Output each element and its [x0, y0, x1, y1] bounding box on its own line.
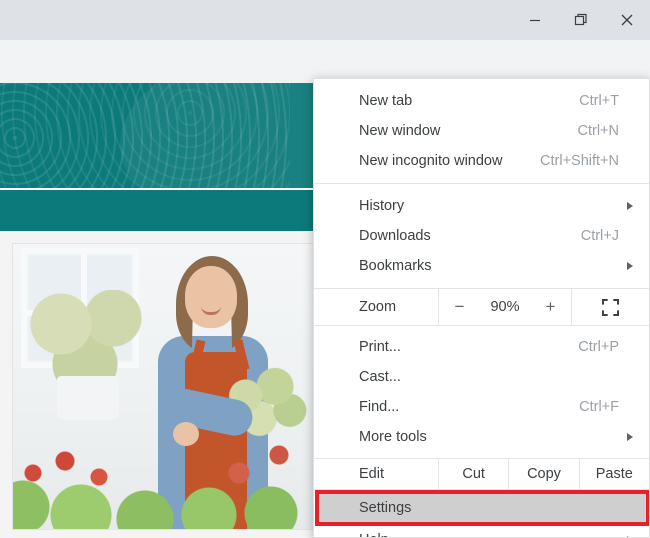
- chrome-main-menu: New tab Ctrl+T New window Ctrl+N New inc…: [313, 78, 650, 538]
- menu-item-new-window[interactable]: New window Ctrl+N: [314, 116, 649, 146]
- window-controls: [512, 0, 650, 40]
- menu-item-shortcut: Ctrl+F: [579, 399, 619, 415]
- menu-item-new-tab[interactable]: New tab Ctrl+T: [314, 86, 649, 116]
- image-flower-pot: [57, 376, 119, 420]
- omnibox-actions-pill: [345, 47, 510, 77]
- menu-item-print[interactable]: Print... Ctrl+P: [314, 332, 649, 362]
- close-icon: [621, 14, 633, 26]
- menu-item-label: Print...: [359, 339, 401, 355]
- restore-icon: [574, 13, 587, 26]
- chevron-right-icon: [627, 433, 633, 441]
- zoom-level-value: 90%: [490, 299, 520, 315]
- menu-item-label: Settings: [359, 500, 412, 516]
- image-foreground-flowers: [13, 415, 314, 529]
- menu-item-cast[interactable]: Cast...: [314, 362, 649, 392]
- zoom-controls: − 90% +: [438, 289, 571, 325]
- browser-window: G 文: [0, 0, 650, 538]
- menu-item-label: Bookmarks: [359, 258, 432, 274]
- chevron-right-icon: [627, 202, 633, 210]
- restore-button[interactable]: [558, 0, 604, 40]
- menu-item-label: Help: [359, 532, 389, 537]
- menu-zoom-row: Zoom − 90% +: [314, 288, 649, 326]
- edit-label: Edit: [359, 466, 384, 482]
- fullscreen-icon: [602, 298, 619, 316]
- menu-item-shortcut: Ctrl+P: [578, 339, 619, 355]
- zoom-label: Zoom: [359, 299, 397, 315]
- menu-item-help[interactable]: Help: [314, 524, 649, 537]
- menu-item-shortcut: Ctrl+J: [580, 228, 619, 244]
- menu-item-more-tools[interactable]: More tools: [314, 422, 649, 452]
- menu-item-label: History: [359, 198, 405, 214]
- image-person-head: [185, 266, 237, 328]
- menu-item-new-incognito-window[interactable]: New incognito window Ctrl+Shift+N: [314, 146, 649, 176]
- close-button[interactable]: [604, 0, 650, 40]
- minimize-button[interactable]: [512, 0, 558, 40]
- menu-item-history[interactable]: History: [314, 191, 649, 221]
- menu-separator: [314, 489, 649, 490]
- minimize-icon: [530, 19, 540, 22]
- browser-toolbar: G 文: [0, 40, 650, 120]
- menu-separator: [314, 183, 649, 184]
- menu-item-shortcut: Ctrl+N: [577, 123, 620, 139]
- zoom-decrease-button[interactable]: −: [455, 297, 465, 317]
- edit-paste-button[interactable]: Paste: [578, 459, 649, 489]
- menu-item-bookmarks[interactable]: Bookmarks: [314, 251, 649, 281]
- chevron-right-icon: [627, 262, 633, 270]
- menu-item-label: Downloads: [359, 228, 431, 244]
- menu-item-find[interactable]: Find... Ctrl+F: [314, 392, 649, 422]
- fullscreen-button[interactable]: [571, 289, 649, 325]
- menu-edit-row: Edit Cut Copy Paste: [314, 458, 649, 489]
- menu-item-label: Find...: [359, 399, 400, 415]
- menu-item-label: Cast...: [359, 369, 401, 385]
- menu-item-label: More tools: [359, 429, 427, 445]
- edit-cut-button[interactable]: Cut: [438, 459, 508, 489]
- title-bar: [0, 0, 650, 40]
- menu-item-settings[interactable]: Settings: [317, 492, 648, 524]
- edit-copy-button[interactable]: Copy: [508, 459, 578, 489]
- menu-item-downloads[interactable]: Downloads Ctrl+J: [314, 221, 649, 251]
- article-image[interactable]: [12, 243, 315, 530]
- menu-item-shortcut: Ctrl+Shift+N: [540, 153, 619, 169]
- menu-item-settings-wrapper: Settings: [314, 490, 649, 526]
- menu-item-label: New window: [359, 123, 441, 139]
- menu-item-label: New tab: [359, 93, 413, 109]
- menu-item-shortcut: Ctrl+T: [579, 93, 619, 109]
- menu-item-label: New incognito window: [359, 153, 503, 169]
- zoom-increase-button[interactable]: +: [546, 297, 556, 317]
